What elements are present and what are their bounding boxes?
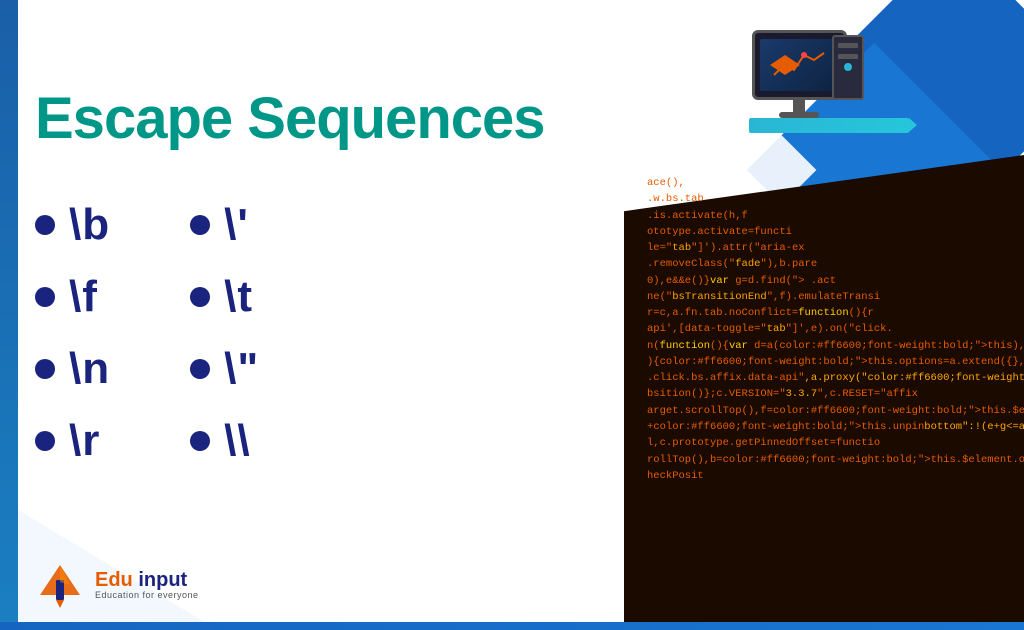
bullet-item-dq: \" (190, 344, 259, 394)
logo-name: Edu input (95, 570, 199, 590)
sequence-sq: \' (224, 200, 249, 250)
sequence-dq: \" (224, 344, 259, 394)
bottom-bar (0, 622, 1024, 630)
bullet-dot (35, 359, 55, 379)
monitor-base (779, 112, 819, 118)
tower-disk-1 (838, 43, 858, 48)
bullet-item-bs: \\ (190, 416, 259, 466)
bullet-dot (190, 287, 210, 307)
bullet-dot (35, 287, 55, 307)
bullet-item-r: \r (35, 416, 110, 466)
logo-tagline: Education for everyone (95, 590, 199, 600)
bullet-dot (190, 359, 210, 379)
left-bar (0, 0, 18, 630)
sequence-bs: \\ (224, 416, 250, 466)
logo-svg (35, 560, 85, 610)
logo-input: input (133, 569, 187, 591)
monitor-screen (760, 39, 838, 91)
screen-chart (769, 45, 829, 85)
computer-tower (832, 35, 864, 100)
bullet-item-sq: \' (190, 200, 259, 250)
content-area: \b \f \n \r \' (35, 200, 655, 466)
tower-disk-2 (838, 54, 858, 59)
logo-text: Edu input Education for everyone (95, 570, 199, 600)
sequence-b: \b (69, 200, 110, 250)
right-column: \' \t \" \\ (190, 200, 259, 466)
bullet-item-b: \b (35, 200, 110, 250)
left-column: \b \f \n \r (35, 200, 110, 466)
monitor-stand (793, 100, 805, 112)
sequence-n: \n (69, 344, 110, 394)
bullet-item-t: \t (190, 272, 259, 322)
computer-icon (734, 30, 864, 140)
bullet-item-f: \f (35, 272, 110, 322)
bullet-dot (190, 431, 210, 451)
main-container: ace(),.w.bs.tab.is.activate(h,fototype.a… (0, 0, 1024, 630)
bullet-item-n: \n (35, 344, 110, 394)
logo-area: Edu input Education for everyone (35, 560, 199, 610)
logo-edu: Edu (95, 569, 133, 591)
sequence-r: \r (69, 416, 100, 466)
bullet-dot (190, 215, 210, 235)
sequence-f: \f (69, 272, 98, 322)
columns-layout: \b \f \n \r \' (35, 200, 655, 466)
code-text-container: ace(),.w.bs.tab.is.activate(h,fototype.a… (639, 170, 1024, 630)
code-display: ace(),.w.bs.tab.is.activate(h,fototype.a… (639, 170, 1024, 489)
bullet-dot (35, 431, 55, 451)
bullet-dot (35, 215, 55, 235)
page-title: Escape Sequences (35, 85, 545, 152)
logo-icon (35, 560, 85, 610)
tower-light (844, 63, 852, 71)
sequence-t: \t (224, 272, 253, 322)
